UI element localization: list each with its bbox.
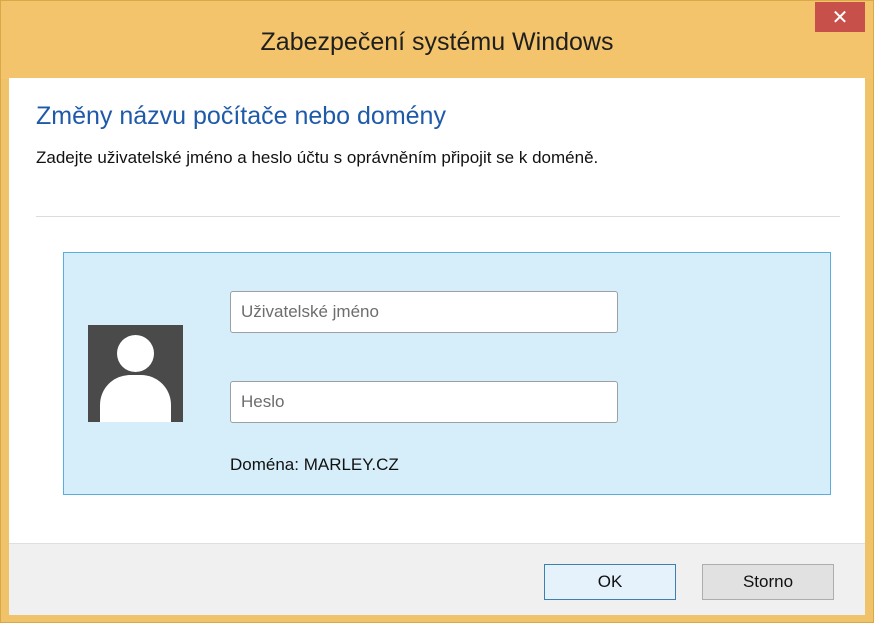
username-input[interactable] xyxy=(230,291,618,333)
domain-label: Doména: MARLEY.CZ xyxy=(230,455,399,474)
credential-panel: Doména: MARLEY.CZ xyxy=(63,252,831,495)
close-icon: ✕ xyxy=(831,6,849,29)
button-bar: OK Storno xyxy=(9,543,865,615)
dialog-heading: Změny názvu počítače nebo domény xyxy=(36,102,446,130)
user-avatar-icon xyxy=(88,325,183,422)
avatar-head xyxy=(117,335,154,372)
window-title: Zabezpečení systému Windows xyxy=(260,28,614,56)
divider xyxy=(36,216,840,217)
cancel-button[interactable]: Storno xyxy=(702,564,834,600)
security-dialog-window: Zabezpečení systému Windows ✕ Změny názv… xyxy=(0,0,874,623)
password-input[interactable] xyxy=(230,381,618,423)
avatar-body xyxy=(100,375,171,422)
close-button[interactable]: ✕ xyxy=(815,2,865,32)
dialog-content: Změny názvu počítače nebo domény Zadejte… xyxy=(9,78,865,615)
ok-button[interactable]: OK xyxy=(544,564,676,600)
instruction-text: Zadejte uživatelské jméno a heslo účtu s… xyxy=(36,148,599,167)
title-bar[interactable]: Zabezpečení systému Windows ✕ xyxy=(1,1,873,79)
